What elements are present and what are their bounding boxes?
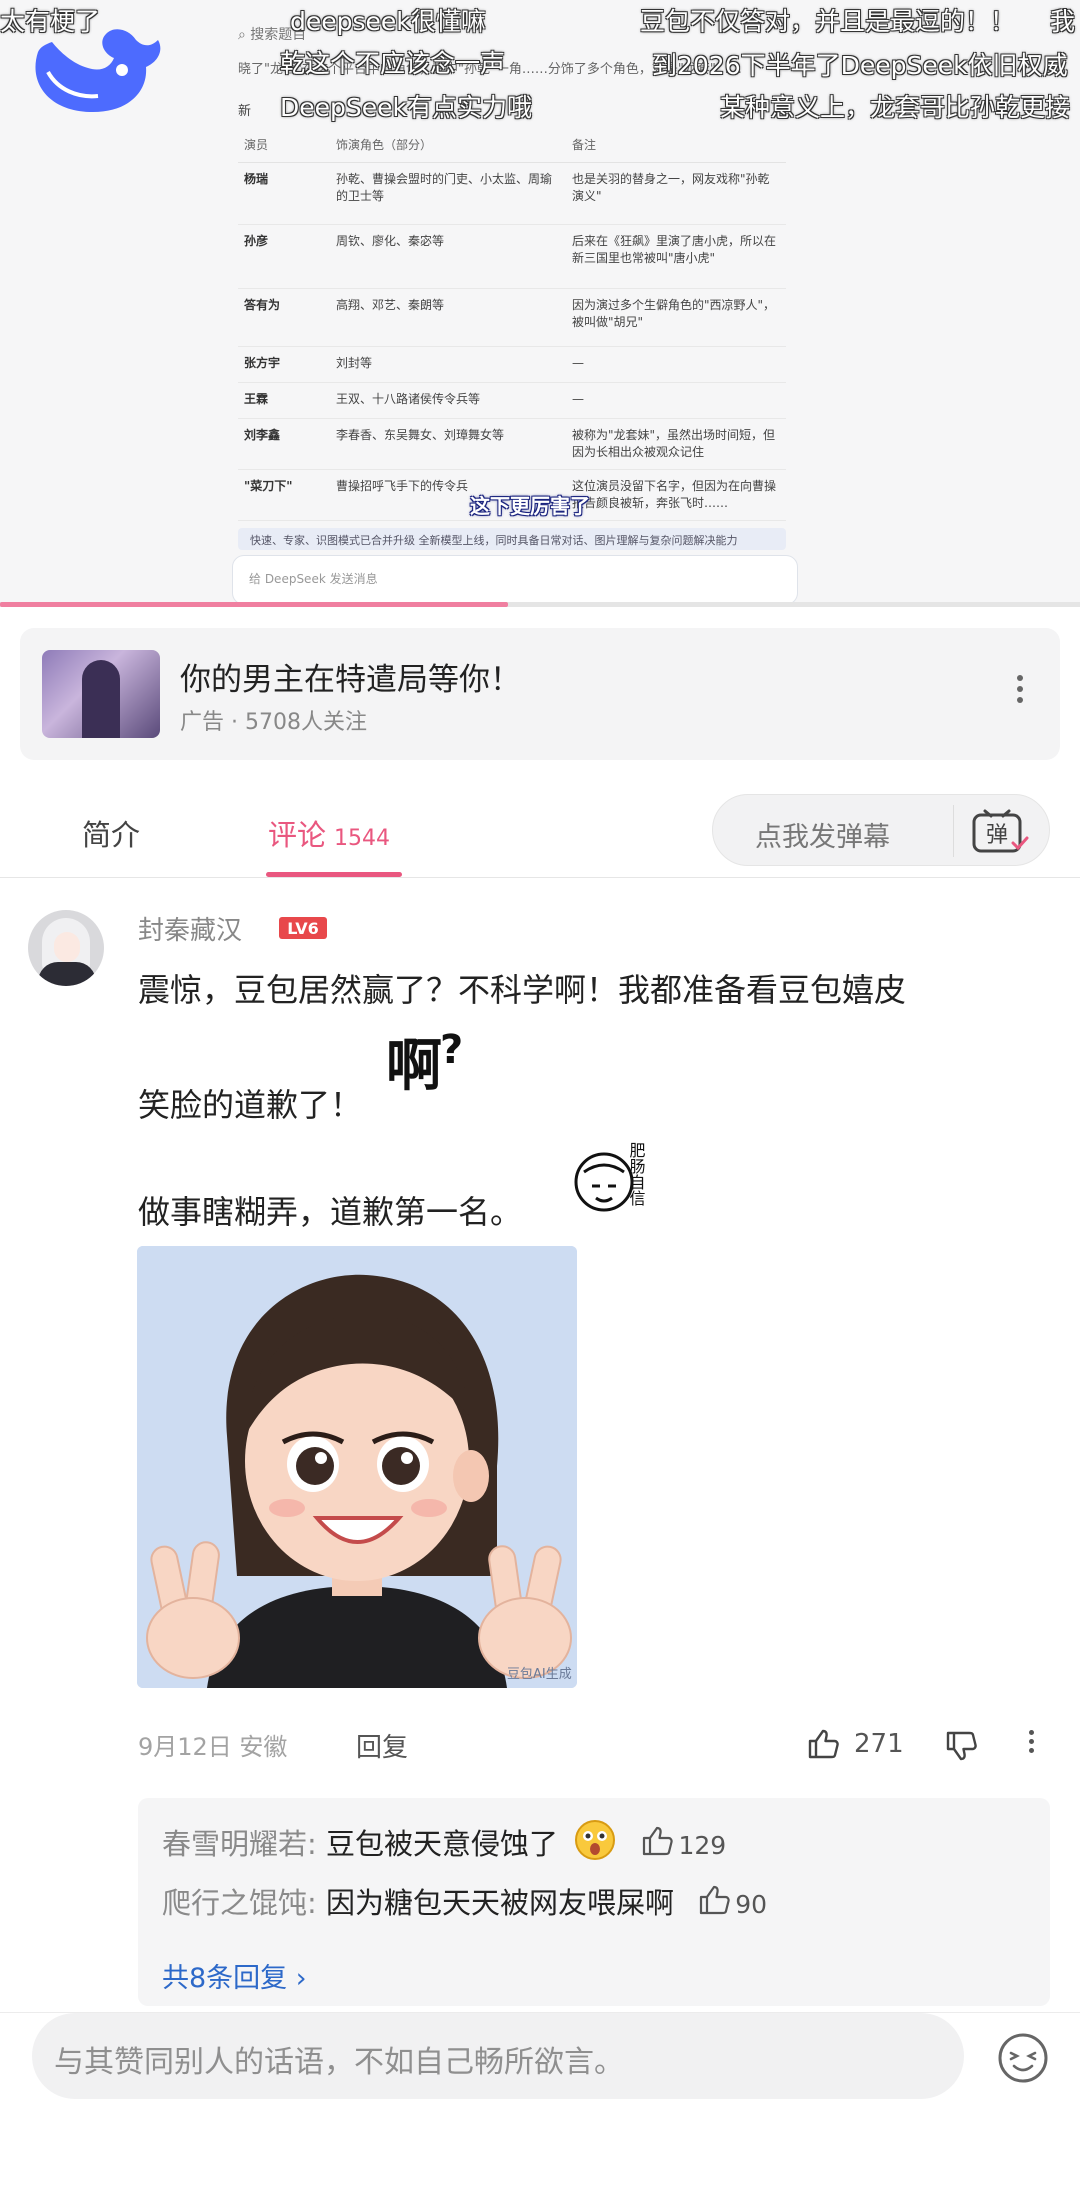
ad-meta: 广告 · 5708人关注 [180,710,367,735]
danmaku-comment: 到2026下半年了DeepSeek依旧权威 [652,51,1068,80]
danmaku-comment: 我 [1050,7,1076,36]
table-cell: 刘封等 [330,346,566,383]
svg-text:豆包AI生成: 豆包AI生成 [507,1667,572,1682]
comment-count: 1544 [334,826,391,851]
table-row: 杨瑞 孙乾、曹操会盟时的门吏、小太监、周瑜的卫士等 也是关羽的替身之一，网友戏称"孙… [238,162,786,225]
table-header: 演员 [238,128,330,163]
sticker-confident-face-icon: 肥肠自信 [574,1142,646,1212]
table-cell: 后来在《狂飙》里演了唐小虎，所以在新三国里也常被叫"唐小虎" [566,224,786,289]
more-options-icon[interactable] [1010,670,1030,718]
table-cell: 高翔、邓艺、秦朗等 [330,288,566,347]
svg-text:?: ? [440,1027,463,1073]
thumbs-up-icon[interactable] [697,1883,731,1917]
video-player[interactable]: ⌕ 搜索题目 晓了"龙套"在这个平台中的角色，其中"孙乾"一角……分饰了多个角色… [0,0,1080,607]
reply-like-count: 90 [735,1890,768,1919]
level-badge: LV6 [279,917,327,939]
danmaku-toggle-icon[interactable]: 弹 [971,809,1029,855]
svg-text:肥肠自信: 肥肠自信 [627,1142,646,1206]
table-cell: 张方宇 [238,346,330,383]
table-cell: 孙彦 [238,224,330,289]
svg-text:啊: 啊 [386,1034,442,1099]
table-cell: — [566,346,786,383]
comment-image[interactable]: 豆包AI生成 [137,1246,577,1688]
table-row: 孙彦 周钦、廖化、秦宓等 后来在《狂飙》里演了唐小虎，所以在新三国里也常被叫"唐小虎… [238,224,786,289]
comment-text-line: 笑脸的道歉了！ [138,1086,363,1124]
table-header: 备注 [566,128,786,163]
chevron-right-icon: › [295,1963,307,1994]
table-cell: 孙乾、曹操会盟时的门吏、小太监、周瑜的卫士等 [330,162,566,225]
svg-text:弹: 弹 [986,823,1008,848]
thumbs-up-icon[interactable] [806,1727,840,1761]
screenshot-notice: 快速、专家、识图模式已合并升级 全新模型上线，同时具备日常对话、图片理解与复杂问… [238,528,786,550]
table-cell: 周钦、廖化、秦宓等 [330,224,566,289]
table-row: 答有为 高翔、邓艺、秦朗等 因为演过多个生僻角色的"西凉野人"，被叫做"胡兄" [238,288,786,347]
reply-text: 因为糖包天天被网友喂屎啊 [326,1886,675,1920]
table-header: 饰演角色（部分） [330,128,566,163]
table-header-row: 演员 饰演角色（部分） 备注 [238,128,786,163]
table-cell: — [566,382,786,419]
tab-comments-label: 评论 [268,818,327,852]
reply-text: 豆包被天意侵蚀了 [326,1827,559,1861]
search-icon: ⌕ [238,27,246,43]
danmaku-comment: 乾这个不应该念一声 [280,49,506,78]
tab-bar: 简介 评论 1544 点我发弹幕 弹 [0,778,1080,878]
table-row: 王霖 王双、十八路诸侯传令兵等 — [238,382,786,419]
table-cell: 因为演过多个生僻角色的"西凉野人"，被叫做"胡兄" [566,288,786,347]
progress-bar[interactable] [0,602,508,607]
danmaku-placeholder: 点我发弹幕 [755,822,890,853]
ad-thumbnail[interactable] [42,650,160,738]
screenshot-text: 新 [238,104,252,119]
astonished-emoji-icon [575,1820,616,1860]
active-tab-indicator [266,872,402,877]
view-all-replies-link[interactable]: 共8条回复 › [162,1956,307,1995]
danmaku-comment: DeepSeek有点实力哦 [280,93,532,122]
table-cell: 这位演员没留下名字，但因为在向曹操报告颜良被斩，奔张飞时…… [566,469,786,521]
divider [953,805,954,857]
cartoon-girl-peace-sign-icon: 豆包AI生成 [137,1246,577,1688]
ad-title[interactable]: 你的男主在特遣局等你！ [180,654,521,699]
comment-username[interactable]: 封秦藏汉 [138,910,242,947]
danmaku-comment: deepseek很懂嘛 [290,7,486,36]
table-row: 刘李鑫 李春香、东吴舞女、刘璋舞女等 被称为"龙套妹"，虽然出场时间短，但因为长相出… [238,418,786,470]
comment-input[interactable]: 与其赞同别人的话语，不如自己畅所欲言。 [32,2013,964,2099]
ad-card[interactable]: 你的男主在特遣局等你！ 广告 · 5708人关注 [20,628,1060,760]
reply-item[interactable]: 春雪明耀若: 豆包被天意侵蚀了 129 [162,1818,726,1863]
emoji-icon[interactable] [996,2031,1050,2085]
table-cell: 刘李鑫 [238,418,330,470]
table-cell: 杨瑞 [238,162,330,225]
tab-comments[interactable]: 评论 1544 [268,812,390,854]
sticker-ah-icon: 啊 ? [386,1027,463,1099]
thumbs-down-icon[interactable] [944,1729,978,1763]
reply-button[interactable]: 回复 [356,1727,408,1764]
comment-text-line: 震惊，豆包居然赢了？不科学啊！我都准备看豆包嬉皮 [138,971,907,1009]
danmaku-comment: 某种意义上，龙套哥比孙乾更接 [720,93,1071,122]
more-options-icon[interactable] [1022,1726,1040,1766]
reply-item[interactable]: 爬行之馄饨: 因为糖包天天被网友喂屎啊 90 [162,1880,767,1922]
screenshot-table: 演员 饰演角色（部分） 备注 杨瑞 孙乾、曹操会盟时的门吏、小太监、周瑜的卫士等也… [238,128,786,521]
avatar[interactable] [28,910,104,986]
tab-intro[interactable]: 简介 [82,812,140,854]
comment-date-location: 9月12日 安徽 [138,1733,288,1761]
reply-like-count: 129 [678,1831,727,1860]
send-danmaku-button[interactable]: 点我发弹幕 弹 [712,794,1050,866]
reply-preview-box[interactable]: 春雪明耀若: 豆包被天意侵蚀了 129 爬行之馄饨: 因为糖包天天被网友喂屎啊 … [138,1798,1050,2006]
comment-text-line: 做事瞎糊弄，道歉第一名。 [138,1193,523,1231]
like-count: 271 [854,1729,904,1759]
thumbs-up-icon[interactable] [640,1824,674,1858]
video-subtitle: 这下更厉害了 [470,494,590,518]
table-cell: 答有为 [238,288,330,347]
table-cell: 王霖 [238,382,330,419]
table-cell: 也是关羽的替身之一，网友戏称"孙乾演义" [566,162,786,225]
danmaku-comment: 太有梗了 [0,7,101,36]
danmaku-comment: 豆包不仅答对，并且是最逗的！！ [640,7,1016,36]
table-cell: "菜刀下" [238,469,330,521]
svg-text:LV6: LV6 [287,919,319,938]
table-cell: 李春香、东吴舞女、刘璋舞女等 [330,418,566,470]
reply-username[interactable]: 春雪明耀若 [162,1827,307,1861]
table-cell: 被称为"龙套妹"，虽然出场时间短，但因为长相出众被观众记住 [566,418,786,470]
reply-username[interactable]: 爬行之馄饨 [162,1886,307,1920]
table-row: 张方宇 刘封等 — [238,346,786,383]
table-cell: 王双、十八路诸侯传令兵等 [330,382,566,419]
screenshot-chat-input: 给 DeepSeek 发送消息 [232,555,798,605]
